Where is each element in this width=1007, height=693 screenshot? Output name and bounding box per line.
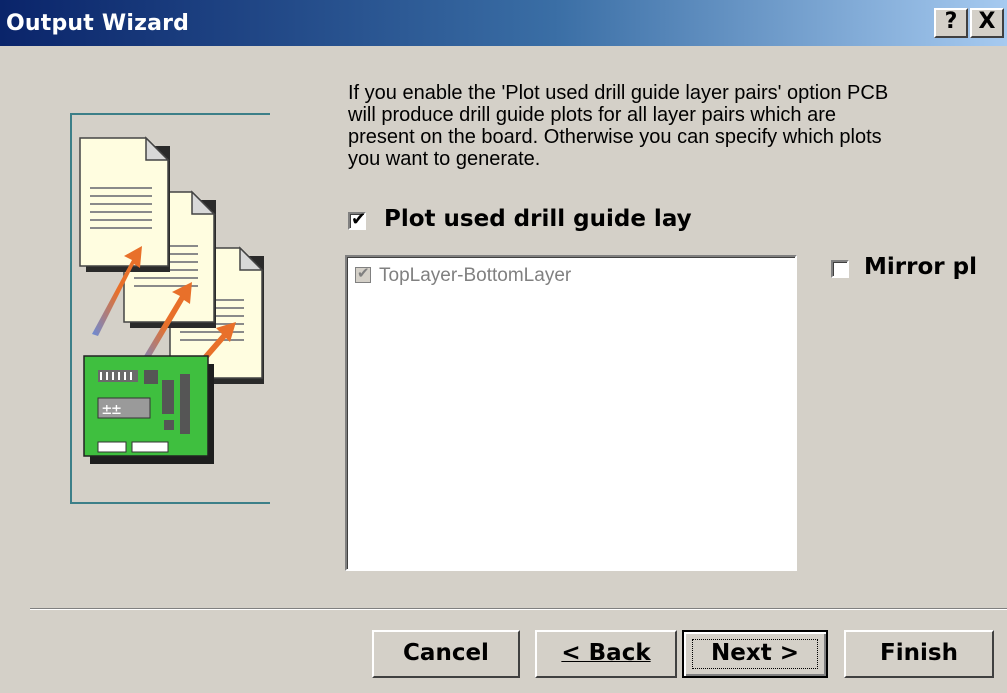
plot-used-checkbox-box[interactable]: ✔ bbox=[348, 209, 367, 230]
help-button[interactable]: ? bbox=[934, 8, 968, 38]
pcb-documents-illustration-icon: ±± bbox=[79, 136, 264, 464]
title-bar: Output Wizard ? X bbox=[0, 0, 1007, 46]
finish-button[interactable]: Finish bbox=[844, 630, 994, 678]
document-1-icon bbox=[79, 136, 170, 272]
svg-text:±±: ±± bbox=[102, 399, 121, 418]
wizard-description: If you enable the 'Plot used drill guide… bbox=[348, 82, 889, 170]
back-button-label: < Back bbox=[561, 640, 651, 666]
separator bbox=[30, 608, 1007, 610]
check-icon: ✔ bbox=[357, 264, 370, 282]
art-frame-bottom bbox=[70, 502, 270, 504]
mirror-label[interactable]: Mirror pl bbox=[864, 254, 977, 280]
plot-used-label[interactable]: Plot used drill guide lay bbox=[384, 206, 692, 232]
next-button[interactable]: Next > bbox=[682, 630, 828, 678]
help-icon: ? bbox=[944, 9, 958, 34]
close-icon: X bbox=[978, 9, 996, 34]
next-button-label: Next > bbox=[711, 640, 799, 666]
layer-pairs-list[interactable]: ✔ TopLayer-BottomLayer bbox=[345, 255, 797, 571]
mirror-checkbox-box[interactable] bbox=[831, 260, 849, 278]
back-button[interactable]: < Back bbox=[535, 630, 677, 678]
list-item-checkbox: ✔ bbox=[355, 264, 371, 283]
window-title: Output Wizard bbox=[6, 11, 190, 36]
cancel-button[interactable]: Cancel bbox=[372, 630, 520, 678]
check-icon: ✔ bbox=[351, 209, 367, 230]
cancel-button-label: Cancel bbox=[403, 640, 489, 666]
finish-button-label: Finish bbox=[880, 640, 958, 666]
circuit-board-icon: ±± bbox=[83, 355, 214, 464]
list-item-label: TopLayer-BottomLayer bbox=[379, 265, 572, 286]
close-button[interactable]: X bbox=[970, 8, 1004, 38]
